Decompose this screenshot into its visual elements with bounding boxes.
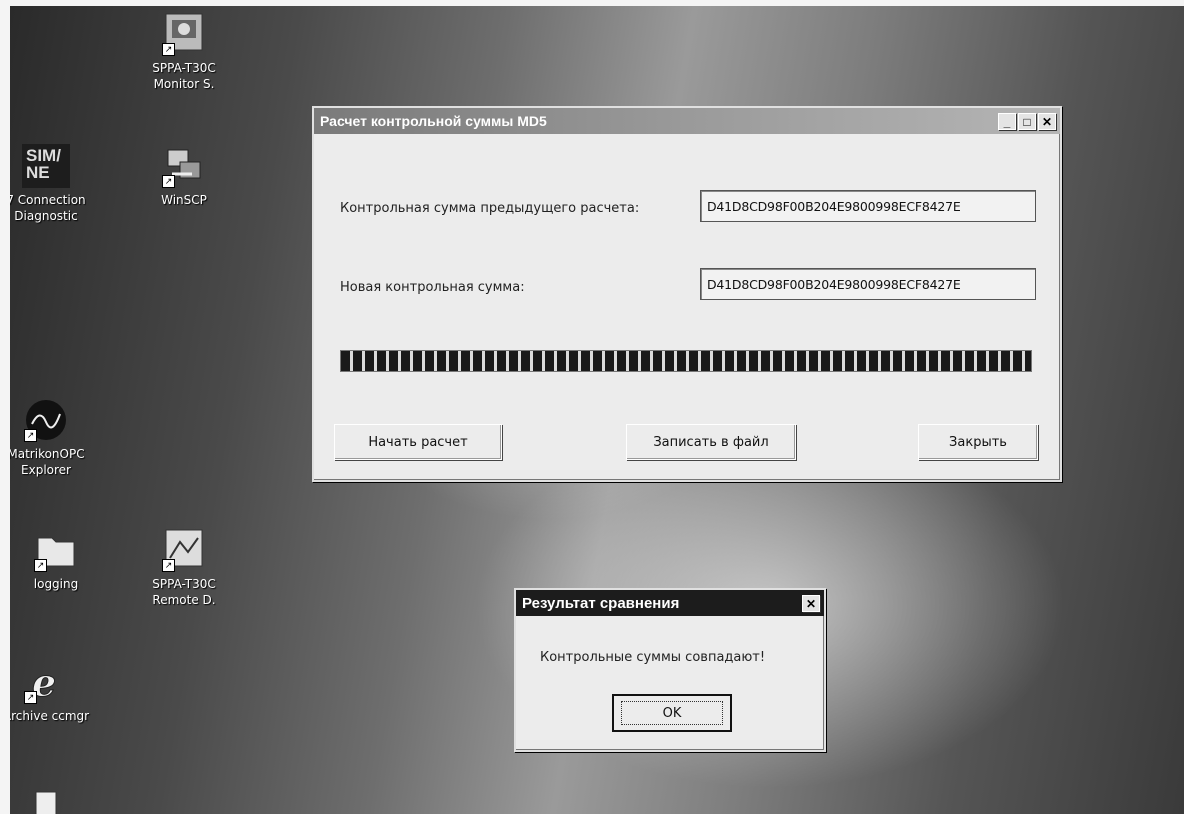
desktop-icon-logging[interactable]: ↗ logging bbox=[10, 528, 106, 592]
sppa-remote-icon: ↗ bbox=[162, 528, 206, 572]
folder-icon: ↗ bbox=[34, 528, 78, 572]
comparison-result-dialog: Результат сравнения ✕ Контрольные суммы … bbox=[514, 588, 826, 752]
shortcut-arrow-icon: ↗ bbox=[34, 559, 47, 572]
new-checksum-label: Новая контрольная сумма: bbox=[340, 280, 525, 295]
maximize-button[interactable]: □ bbox=[1018, 112, 1036, 130]
md5-window: Расчет контрольной суммы MD5 _ □ ✕ Контр… bbox=[312, 106, 1062, 482]
previous-checksum-label: Контрольная сумма предыдущего расчета: bbox=[340, 201, 640, 216]
desktop-icon-label: SPPA-T30C Monitor S. bbox=[152, 61, 216, 91]
close-button[interactable]: ✕ bbox=[1038, 112, 1056, 130]
dialog-titlebar[interactable]: Результат сравнения ✕ bbox=[516, 590, 824, 616]
shortcut-arrow-icon: ↗ bbox=[162, 43, 175, 56]
desktop-icon-label: logging bbox=[33, 577, 79, 591]
dialog-close-button[interactable]: ✕ bbox=[802, 594, 820, 612]
start-calculation-button[interactable]: Начать расчет bbox=[334, 424, 502, 460]
minimize-button[interactable]: _ bbox=[998, 112, 1016, 130]
save-to-file-label: Записать в файл bbox=[653, 434, 769, 450]
desktop-icon-sppa-monitor[interactable]: ↗ SPPA-T30C Monitor S. bbox=[134, 12, 234, 92]
desktop-icon-partial[interactable] bbox=[10, 788, 96, 814]
progress-bar-fill bbox=[341, 351, 1031, 371]
ok-button-focus: OK bbox=[621, 701, 723, 725]
shortcut-arrow-icon: ↗ bbox=[24, 691, 37, 704]
close-icon: ✕ bbox=[1041, 114, 1053, 129]
start-calculation-label: Начать расчет bbox=[368, 434, 468, 450]
desktop-icon-archive[interactable]: e ↗ Archive ccmgr bbox=[10, 660, 96, 724]
desktop-icon-label: Archive ccmgr bbox=[10, 709, 90, 723]
desktop-icon-simatic[interactable]: SIM/ NE 7 Connection Diagnostic bbox=[10, 144, 96, 224]
desktop: ↗ SPPA-T30C Monitor S. SIM/ NE 7 Connect… bbox=[10, 6, 1184, 814]
new-checksum-field[interactable]: D41D8CD98F00B204E9800998ECF8427E bbox=[700, 268, 1036, 300]
dialog-message: Контрольные суммы совпадают! bbox=[540, 650, 766, 665]
desktop-icon-label: MatrikonOPC Explorer bbox=[10, 447, 85, 477]
previous-checksum-field[interactable]: D41D8CD98F00B204E9800998ECF8427E bbox=[700, 190, 1036, 222]
matrikon-icon: ↗ bbox=[24, 398, 68, 442]
shortcut-arrow-icon: ↗ bbox=[162, 175, 175, 188]
save-to-file-button[interactable]: Записать в файл bbox=[626, 424, 796, 460]
ok-button[interactable]: OK bbox=[612, 694, 732, 732]
md5-window-titlebar[interactable]: Расчет контрольной суммы MD5 _ □ ✕ bbox=[314, 108, 1060, 134]
simatic-logo-text: SIM/ NE bbox=[26, 146, 61, 182]
maximize-icon: □ bbox=[1023, 114, 1031, 129]
desktop-icon-label: WinSCP bbox=[161, 193, 207, 207]
ok-button-label: OK bbox=[662, 705, 682, 721]
close-window-button[interactable]: Закрыть bbox=[918, 424, 1038, 460]
desktop-icon-sppa-remote[interactable]: ↗ SPPA-T30C Remote D. bbox=[134, 528, 234, 608]
progress-bar bbox=[340, 350, 1032, 372]
notepad-icon bbox=[24, 788, 68, 814]
minimize-icon: _ bbox=[1003, 114, 1011, 129]
dialog-title: Результат сравнения bbox=[522, 594, 680, 612]
shortcut-arrow-icon: ↗ bbox=[24, 429, 37, 442]
simatic-icon: SIM/ NE bbox=[22, 144, 70, 188]
winscp-icon: ↗ bbox=[162, 144, 206, 188]
close-icon: ✕ bbox=[805, 596, 817, 611]
window-title: Расчет контрольной суммы MD5 bbox=[320, 113, 547, 129]
desktop-icon-label: SPPA-T30C Remote D. bbox=[152, 577, 216, 607]
window-controls: _ □ ✕ bbox=[996, 112, 1056, 130]
desktop-icon-label: 7 Connection Diagnostic bbox=[10, 193, 86, 223]
sppa-monitor-icon: ↗ bbox=[162, 12, 206, 56]
shortcut-arrow-icon: ↗ bbox=[162, 559, 175, 572]
close-window-label: Закрыть bbox=[949, 434, 1007, 450]
desktop-icon-matrikon[interactable]: ↗ MatrikonOPC Explorer bbox=[10, 398, 96, 478]
desktop-icon-winscp[interactable]: ↗ WinSCP bbox=[134, 144, 234, 208]
internet-explorer-icon: e ↗ bbox=[24, 660, 68, 706]
